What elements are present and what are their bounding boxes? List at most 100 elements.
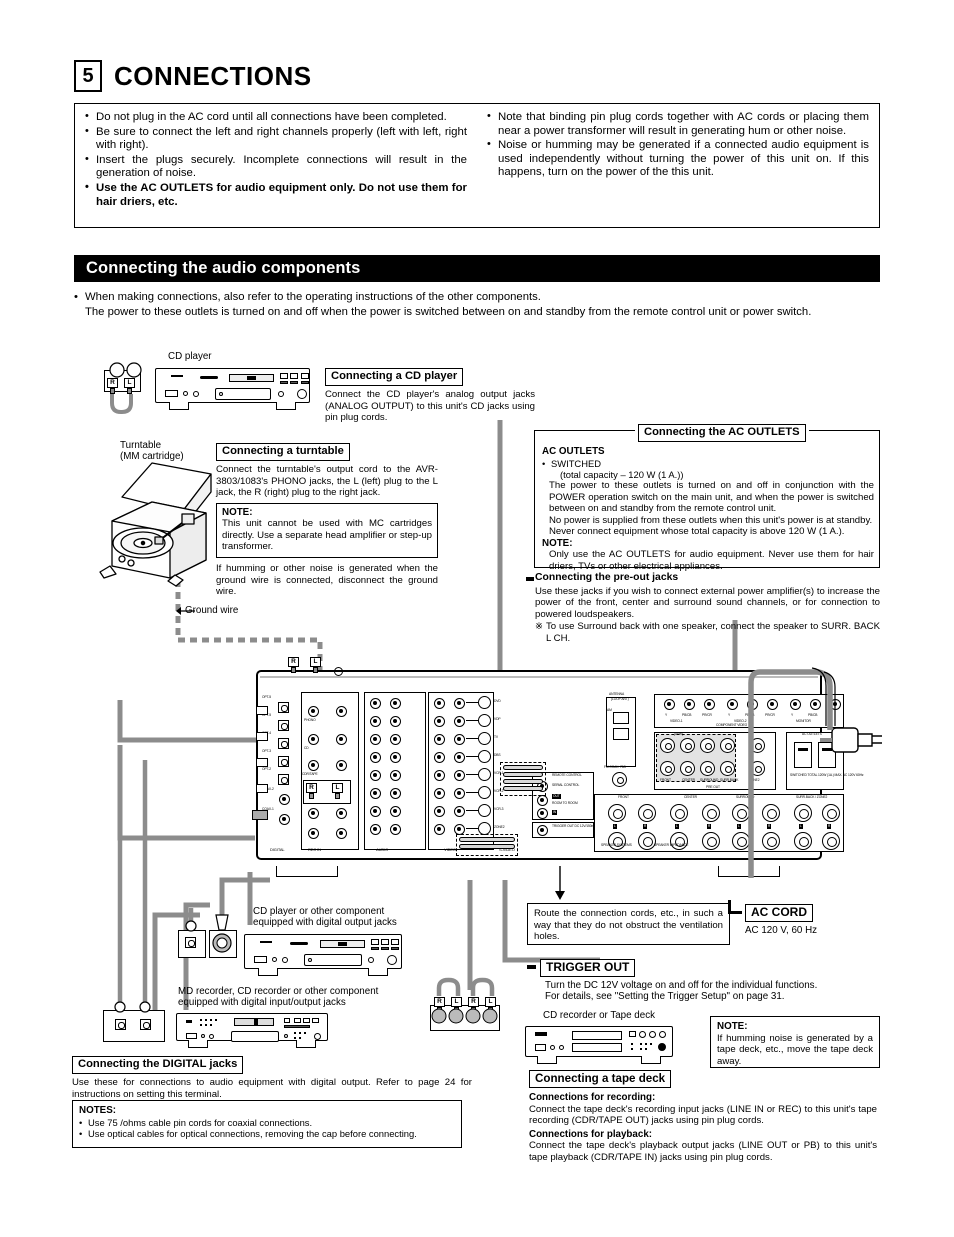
cd-player-callout: Connecting a CD player Connect the CD pl… (325, 366, 535, 424)
tape-deck-illustration (525, 1026, 673, 1064)
cd-player-caption: CD player (168, 351, 212, 362)
intro-line-2: The power to these outlets is turned on … (85, 306, 812, 318)
digital-note-2: • Use optical cables for optical connecti… (79, 1127, 417, 1139)
turntable-note-label: NOTE: (222, 506, 253, 518)
speaker-binding-post (822, 804, 840, 822)
warning-box: Do not plug in the AC cord until all con… (74, 103, 880, 228)
speaker-channel-tag: R (767, 824, 772, 829)
rca-jack (390, 806, 401, 817)
ac-outlets-p3: Never connect equipment whose total capa… (549, 526, 845, 538)
digital-note-1: • Use 75 /ohms cable pin cords for coaxia… (79, 1116, 313, 1128)
digital-jacks-callout: Connecting the DIGITAL jacks Use these f… (72, 1054, 472, 1100)
digital-notes-box: NOTES: • Use 75 /ohms cable pin cords for… (72, 1100, 462, 1148)
section-band: Connecting the audio components (74, 255, 880, 282)
phono-plug-left: L (310, 657, 321, 673)
svideo-jack-label: ZONE2 (494, 825, 505, 829)
rca-jack (454, 716, 465, 727)
rca-jack (454, 734, 465, 745)
trigger-out-line-1: Turn the DC 12V voltage on and off for t… (545, 980, 818, 991)
speaker-channel-tag: L (675, 824, 679, 829)
rca-jack (434, 734, 445, 745)
svideo-jack (478, 786, 491, 799)
section-number: 5 (74, 60, 102, 92)
rca-jack (434, 752, 445, 763)
intro-text: When making connections, also refer to t… (74, 290, 886, 320)
ac-outlets-callout-title: Connecting the AC OUTLETS (638, 424, 806, 442)
rca-jack (390, 770, 401, 781)
speaker-binding-post (638, 804, 656, 822)
rca-jack (390, 788, 401, 799)
md-recorder-illustration (176, 1013, 328, 1048)
ac-cord-callout: AC CORD AC 120 V, 60 Hz (745, 903, 865, 936)
svideo-jack-label: DVD (494, 699, 501, 703)
trigger-out-callout: TRIGGER OUT Turn the DC 12V voltage on a… (540, 958, 880, 1003)
speaker-binding-post (822, 832, 840, 850)
tape-deck-caption: CD recorder or Tape deck (543, 1010, 655, 1021)
manual-page: 5 CONNECTIONS Do not plug in the AC cord… (0, 0, 954, 1237)
tape-plug-right-1: R (434, 997, 445, 1013)
speaker-binding-post (794, 804, 812, 822)
svideo-jack (478, 750, 491, 763)
turntable-callout-title: Connecting a turntable (216, 443, 350, 461)
warning-item: Noise or humming may be generated if a c… (487, 138, 869, 180)
cd-player-callout-title: Connecting a CD player (325, 368, 464, 386)
tape-plug-left-2: L (485, 997, 496, 1013)
turntable-note: NOTE: This unit cannot be used with MC c… (216, 502, 438, 559)
tape-playback-label: Connections for playback: (529, 1128, 653, 1140)
cd-player-illustration (155, 368, 310, 410)
rca-jack (454, 806, 465, 817)
speaker-binding-post (702, 804, 720, 822)
speaker-binding-post (762, 832, 780, 850)
warning-item: Do not plug in the AC cord until all con… (85, 110, 467, 125)
band-title: Connecting the audio components (86, 259, 361, 277)
ac-outlets-p1: The power to these outlets is turned on … (549, 479, 874, 515)
digital-cd-illustration (244, 934, 402, 976)
tape-note-body: If humming noise is generated by a tape … (717, 1032, 873, 1067)
rca-jack (370, 806, 381, 817)
warning-column-right: Note that binding pin plug cords togethe… (487, 110, 869, 181)
rca-jack (370, 698, 381, 709)
speaker-channel-tag: L (737, 824, 741, 829)
tape-plug-left-1: L (451, 997, 462, 1013)
tape-deck-note: NOTE: If humming noise is generated by a… (710, 1016, 880, 1068)
speaker-channel-tag: R (707, 824, 712, 829)
rca-jack (434, 824, 445, 835)
rca-jack (390, 734, 401, 745)
preout-note-mark: ※ (535, 621, 544, 633)
rca-jack (454, 770, 465, 781)
preout-note: ※ To use Surround back with one speaker,… (535, 621, 880, 644)
trigger-out-line-2: For details, see "Setting the Trigger Se… (545, 991, 785, 1003)
speaker-channel-tag: L (613, 824, 617, 829)
svideo-jack (478, 714, 491, 727)
rca-jack (390, 716, 401, 727)
routing-body: Route the connection cords, etc., in suc… (534, 908, 723, 943)
pin-plug-left: L (124, 378, 135, 394)
speaker-binding-post (702, 832, 720, 850)
rca-jack (454, 698, 465, 709)
tape-playback-body: Connect the tape deck's playback output … (529, 1140, 877, 1163)
md-recorder-caption: MD recorder, CD recorder or other compon… (178, 986, 379, 1009)
svideo-jack-label: TV (494, 735, 499, 739)
ac-outlets-heading: AC OUTLETS (542, 446, 605, 457)
rca-jack (370, 752, 381, 763)
speaker-binding-post (608, 804, 626, 822)
svideo-jack-label: VDP (494, 717, 501, 721)
ac-outlets-p2: No power is supplied from these outlets … (549, 514, 873, 526)
digital-jacks-body: Use these for connections to audio equip… (72, 1077, 472, 1100)
ventilation-holes-upper (500, 762, 546, 796)
preout-callout-body: Use these jacks if you wish to connect e… (535, 585, 880, 620)
speaker-binding-post (670, 804, 688, 822)
tape-plug-right-2: R (468, 997, 479, 1013)
rca-jack (434, 788, 445, 799)
ac-outlets-callout: Connecting the AC OUTLETS AC OUTLETS • SW… (534, 422, 880, 572)
svideo-jack-label: VCR-3 (494, 807, 504, 811)
rca-jack (434, 770, 445, 781)
turntable-note-body: This unit cannot be used with MC cartrid… (222, 518, 432, 553)
phono-plug-right: R (288, 657, 299, 673)
ac-outlets-note-label: NOTE: (542, 537, 573, 549)
turntable-after-note: If humming or other noise is generated w… (216, 563, 438, 598)
warning-item: Be sure to connect the left and right ch… (85, 125, 467, 153)
svideo-jack (478, 768, 491, 781)
digital-jacks-title: Connecting the DIGITAL jacks (72, 1056, 244, 1074)
speaker-channel-tag: R (643, 824, 648, 829)
